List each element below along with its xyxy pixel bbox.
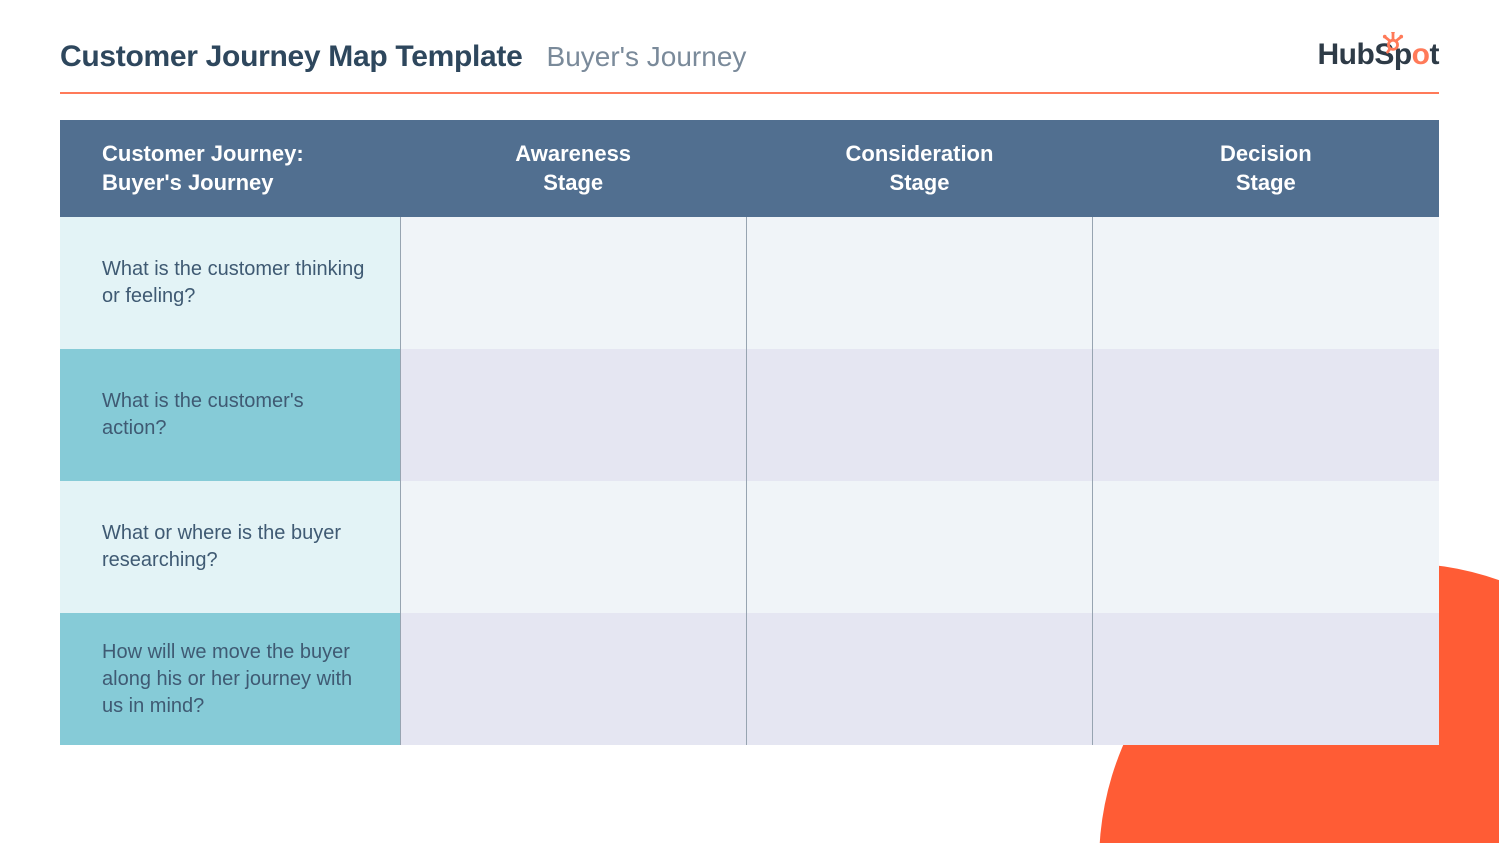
cell-awareness[interactable] — [400, 217, 746, 349]
brand-wordmark: HubSpot — [1318, 38, 1439, 72]
row-label: What is the customer thinking or feeling… — [60, 217, 400, 349]
col-header-awareness: Awareness Stage — [400, 120, 746, 217]
cell-consideration[interactable] — [746, 349, 1092, 481]
table-corner-header: Customer Journey: Buyer's Journey — [60, 120, 400, 217]
cell-consideration[interactable] — [746, 217, 1092, 349]
journey-table: Customer Journey: Buyer's Journey Awaren… — [60, 120, 1439, 745]
cell-awareness[interactable] — [400, 349, 746, 481]
brand-logo: HubSpot — [1318, 38, 1439, 72]
table-row: What is the customer's action? — [60, 349, 1439, 481]
col-header-consideration: Consideration Stage — [746, 120, 1092, 217]
page-title: Customer Journey Map Template — [60, 40, 523, 74]
table-row: What is the customer thinking or feeling… — [60, 217, 1439, 349]
cell-awareness[interactable] — [400, 613, 746, 745]
header-rule — [60, 92, 1439, 94]
page-header: Customer Journey Map Template Buyer's Jo… — [60, 40, 1439, 74]
cell-consideration[interactable] — [746, 613, 1092, 745]
row-label: What or where is the buyer researching? — [60, 481, 400, 613]
row-label: What is the customer's action? — [60, 349, 400, 481]
cell-awareness[interactable] — [400, 481, 746, 613]
cell-decision[interactable] — [1093, 613, 1439, 745]
corner-line2: Buyer's Journey — [102, 170, 274, 195]
sprocket-icon — [1382, 32, 1404, 54]
cell-decision[interactable] — [1093, 217, 1439, 349]
col-header-decision: Decision Stage — [1093, 120, 1439, 217]
cell-decision[interactable] — [1093, 481, 1439, 613]
cell-consideration[interactable] — [746, 481, 1092, 613]
table-row: What or where is the buyer researching? — [60, 481, 1439, 613]
table-row: How will we move the buyer along his or … — [60, 613, 1439, 745]
table-header-row: Customer Journey: Buyer's Journey Awaren… — [60, 120, 1439, 217]
page-subtitle: Buyer's Journey — [547, 41, 747, 73]
row-label: How will we move the buyer along his or … — [60, 613, 400, 745]
cell-decision[interactable] — [1093, 349, 1439, 481]
corner-line1: Customer Journey: — [102, 141, 304, 166]
